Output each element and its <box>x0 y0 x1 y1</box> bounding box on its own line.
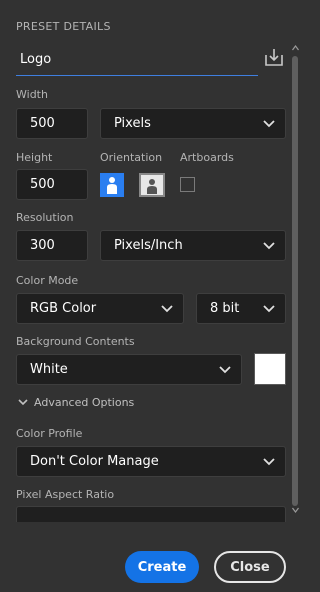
height-label: Height <box>16 151 53 164</box>
portrait-orientation-button[interactable] <box>100 173 124 197</box>
chevron-down-icon <box>18 399 28 406</box>
resolution-input[interactable]: 300 <box>16 230 88 261</box>
portrait-person-icon <box>107 177 117 194</box>
resolution-unit-select[interactable]: Pixels/Inch <box>100 230 286 261</box>
close-button[interactable]: Close <box>214 551 286 583</box>
width-unit-value: Pixels <box>114 116 151 131</box>
color-profile-label: Color Profile <box>16 427 83 440</box>
height-input[interactable]: 500 <box>16 169 88 200</box>
chevron-down-icon <box>263 304 275 312</box>
advanced-options-toggle[interactable]: Advanced Options <box>18 396 134 409</box>
create-button[interactable]: Create <box>125 551 199 583</box>
background-contents-label: Background Contents <box>16 335 135 348</box>
chevron-down-icon <box>263 241 275 249</box>
orientation-label: Orientation <box>100 151 163 164</box>
scrollbar-thumb[interactable] <box>292 56 298 506</box>
artboards-checkbox[interactable] <box>180 177 195 192</box>
preset-name-input[interactable] <box>16 44 264 74</box>
color-mode-select[interactable]: RGB Color <box>16 293 184 324</box>
background-contents-value: White <box>30 362 68 377</box>
bit-depth-select[interactable]: 8 bit <box>196 293 286 324</box>
save-preset-icon[interactable] <box>264 47 284 67</box>
color-mode-value: RGB Color <box>30 301 97 316</box>
width-label: Width <box>16 88 48 101</box>
color-profile-select[interactable]: Don't Color Manage <box>16 446 286 477</box>
width-unit-select[interactable]: Pixels <box>100 108 286 139</box>
resolution-unit-value: Pixels/Inch <box>114 238 183 253</box>
background-color-swatch[interactable] <box>254 353 286 385</box>
chevron-down-icon <box>161 304 173 312</box>
chevron-down-icon <box>263 119 275 127</box>
pixel-aspect-ratio-label: Pixel Aspect Ratio <box>16 488 115 501</box>
preset-details-title: PRESET DETAILS <box>16 20 111 33</box>
landscape-person-icon <box>147 179 157 194</box>
landscape-orientation-button[interactable] <box>139 173 165 197</box>
width-input[interactable]: 500 <box>16 108 88 139</box>
background-contents-select[interactable]: White <box>16 354 242 385</box>
advanced-options-label: Advanced Options <box>34 396 135 409</box>
color-mode-label: Color Mode <box>16 274 79 287</box>
bit-depth-value: 8 bit <box>210 301 240 316</box>
artboards-label: Artboards <box>180 151 234 164</box>
color-profile-value: Don't Color Manage <box>30 454 159 469</box>
preset-name-field[interactable] <box>16 44 264 76</box>
chevron-down-icon <box>219 365 231 373</box>
chevron-down-icon <box>263 457 275 465</box>
resolution-label: Resolution <box>16 211 74 224</box>
